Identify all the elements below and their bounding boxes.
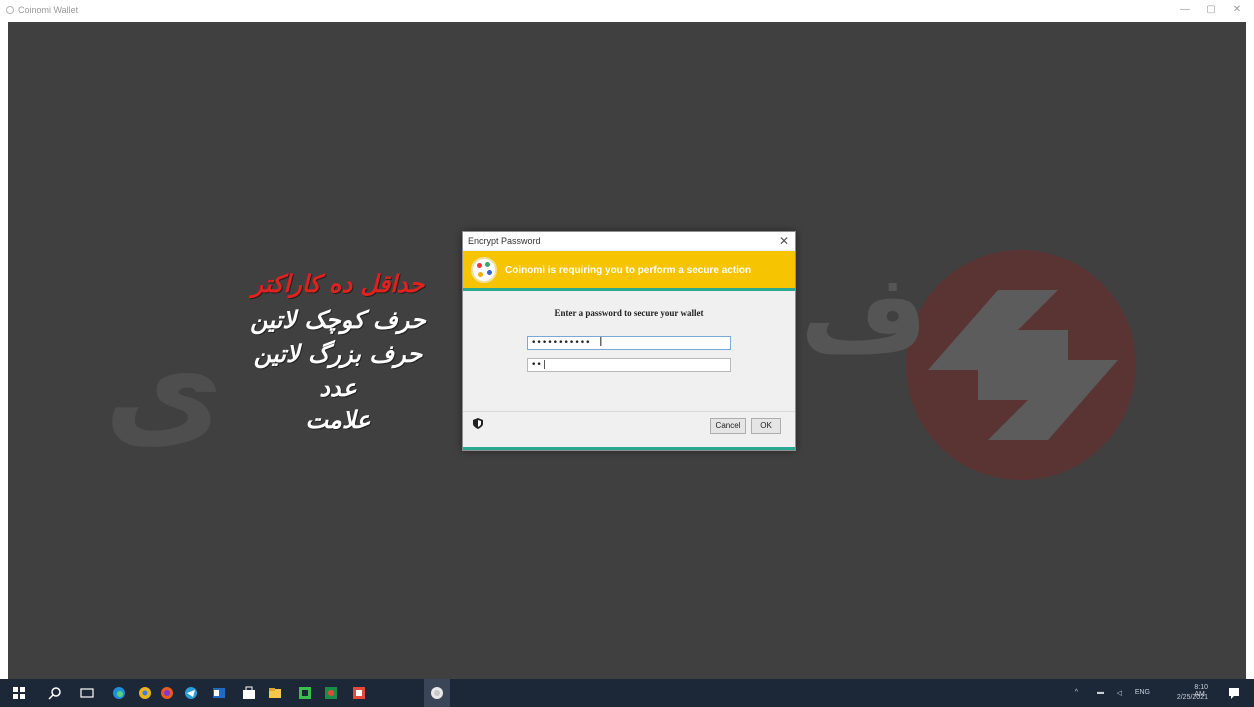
window-titlebar: Coinomi Wallet — ▢ ✕ (0, 0, 1254, 22)
cancel-button[interactable]: Cancel (710, 418, 746, 434)
windows-taskbar: ^ ▬ ◁ ENG 8:10 AM 2/25/2021 (0, 679, 1254, 707)
edge-icon[interactable] (112, 686, 126, 700)
caption-uppercase: حرف بزرگ لاتین (253, 340, 423, 368)
password-prompt: Enter a password to secure your wallet (554, 308, 704, 318)
encrypt-password-dialog: Encrypt Password ✕ Coinomi is requiring … (462, 231, 796, 451)
minimize-button[interactable]: — (1176, 3, 1194, 17)
password-input[interactable]: ••••••••••• (527, 336, 731, 350)
volume-icon[interactable]: ◁ (1117, 689, 1122, 697)
tray-chevron-icon[interactable]: ^ (1075, 689, 1078, 696)
confirm-password-input[interactable]: ••| (527, 358, 731, 372)
secure-action-banner: Coinomi is requiring you to perform a se… (463, 251, 795, 291)
red-app-icon[interactable] (352, 686, 366, 700)
store-icon[interactable] (242, 686, 256, 700)
window-close-button[interactable]: ✕ (1228, 3, 1246, 17)
ok-button[interactable]: OK (751, 418, 781, 434)
caption-min-length: حداقل ده کاراکتر (251, 270, 425, 298)
maximize-button[interactable]: ▢ (1202, 3, 1220, 17)
text-cursor-icon: I (599, 334, 603, 349)
banner-text: Coinomi is requiring you to perform a se… (505, 265, 752, 276)
dialog-titlebar: Encrypt Password ✕ (463, 232, 795, 250)
clock-date[interactable]: 2/25/2021 (1177, 694, 1208, 701)
watermark-letter: ف (800, 250, 928, 378)
watermark-left-text: ی (104, 312, 224, 464)
notification-icon[interactable] (1228, 687, 1240, 699)
language-indicator[interactable]: ENG (1135, 689, 1150, 696)
outlook-icon[interactable] (212, 686, 226, 700)
watermark-arrows-icon (928, 290, 1118, 440)
windows-start-icon[interactable] (12, 686, 26, 700)
dialog-divider (463, 411, 795, 412)
coinomi-logo-icon (471, 257, 497, 283)
dialog-title: Encrypt Password (468, 236, 541, 246)
task-view-icon[interactable] (80, 686, 94, 700)
dialog-accent-bar (463, 447, 795, 450)
dialog-close-button[interactable]: ✕ (779, 234, 789, 248)
app-icon (6, 6, 14, 14)
search-icon[interactable] (48, 686, 62, 700)
coinomi-app-icon[interactable] (430, 686, 444, 700)
caption-lowercase: حرف کوچک لاتین (250, 306, 426, 334)
network-icon[interactable]: ▬ (1097, 689, 1104, 696)
caption-number: عدد (319, 374, 357, 402)
telegram-icon[interactable] (184, 686, 198, 700)
shield-icon (473, 418, 483, 429)
caption-symbol: علامت (305, 406, 371, 434)
explorer-icon[interactable] (268, 686, 282, 700)
window-title: Coinomi Wallet (18, 5, 79, 15)
green-app-icon-2[interactable] (324, 686, 338, 700)
firefox-icon[interactable] (160, 686, 174, 700)
chrome-icon[interactable] (138, 686, 152, 700)
green-app-icon[interactable] (298, 686, 312, 700)
